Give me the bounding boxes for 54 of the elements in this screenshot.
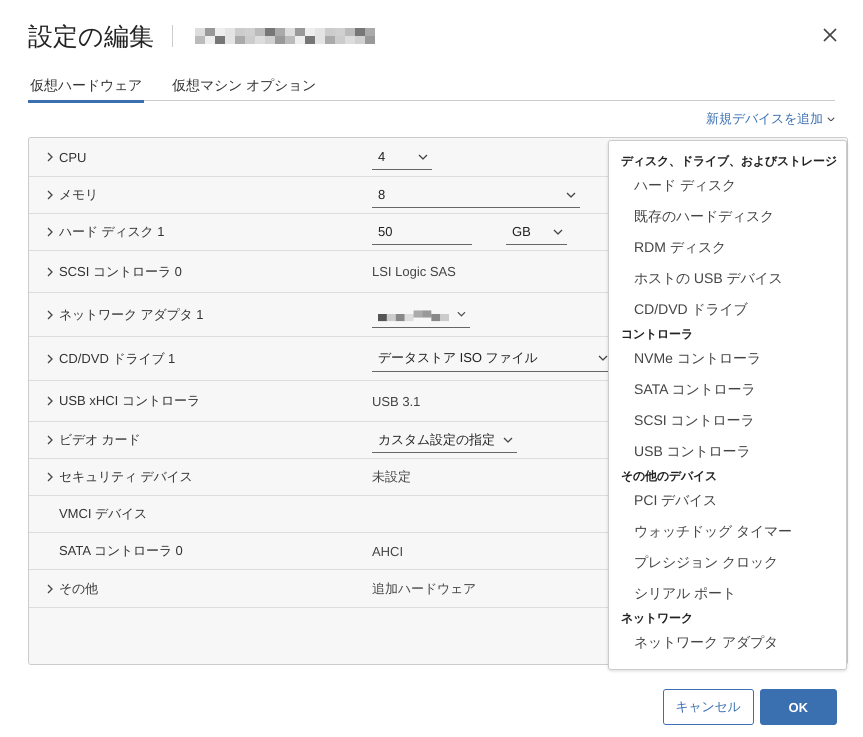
row-label: ハード ディスク 1: [59, 223, 166, 241]
add-device-link[interactable]: 新規デバイスを追加: [706, 110, 835, 128]
menu-item[interactable]: 既存のハードディスク: [621, 201, 841, 232]
row-label: USB xHCI コントローラ: [59, 392, 201, 410]
chevron-down-icon: [553, 228, 563, 234]
value-text: LSI Logic SAS: [372, 264, 456, 279]
chevron-down-icon: [827, 116, 835, 122]
value-text: 追加ハードウェア: [372, 580, 476, 598]
chevron-down-icon: [503, 436, 513, 442]
menu-item[interactable]: ウォッチドッグ タイマー: [621, 516, 841, 547]
menu-item[interactable]: RDM ディスク: [621, 232, 841, 263]
menu-item[interactable]: プレシジョン クロック: [621, 547, 841, 578]
menu-item[interactable]: CD/DVD ドライブ: [621, 294, 841, 325]
tab[interactable]: 仮想マシン オプション: [170, 72, 318, 103]
value-text: AHCI: [372, 544, 404, 558]
row-label: VMCI デバイス: [59, 505, 148, 523]
menu-item[interactable]: SCSI コントローラ: [621, 405, 841, 436]
dropdown[interactable]: 8: [372, 182, 580, 208]
ok-button[interactable]: OK: [760, 689, 837, 725]
row-label: その他: [59, 580, 99, 598]
menu-item[interactable]: SATA コントローラ: [621, 374, 841, 405]
menu-item[interactable]: シリアル ポート: [621, 578, 841, 609]
menu-heading: その他のデバイス: [621, 468, 718, 485]
row-label: CD/DVD ドライブ 1: [59, 350, 176, 368]
close-icon[interactable]: [821, 26, 839, 44]
dropdown[interactable]: GB: [506, 219, 567, 245]
dialog-title: 設定の編集: [28, 22, 154, 52]
menu-heading: ディスク、ドライブ、およびストレージ: [621, 153, 838, 170]
value-text: USB 3.1: [372, 394, 420, 408]
menu-item[interactable]: ネットワーク アダプタ: [621, 627, 841, 658]
menu-item[interactable]: USB コントローラ: [621, 436, 841, 467]
row-label: ネットワーク アダプタ 1: [59, 306, 204, 324]
chevron-down-icon: [598, 355, 608, 361]
dropdown[interactable]: 4: [372, 144, 432, 170]
cancel-button[interactable]: キャンセル: [662, 689, 754, 725]
menu-item[interactable]: ハード ディスク: [621, 170, 841, 201]
input-field[interactable]: 50: [372, 219, 472, 245]
menu-item[interactable]: ホストの USB デバイス: [621, 263, 841, 294]
row-label: CPU: [59, 150, 88, 164]
menu-heading: コントローラ: [621, 326, 694, 343]
value-text: 未設定: [372, 468, 411, 486]
row-label: SCSI コントローラ 0: [59, 262, 183, 280]
dropdown[interactable]: カスタム設定の指定: [372, 427, 517, 453]
chevron-down-icon: [418, 154, 428, 160]
menu-item[interactable]: PCI デバイス: [621, 485, 841, 516]
chevron-down-icon: [457, 311, 466, 317]
menu-heading: ネットワーク: [621, 610, 694, 627]
tab[interactable]: 仮想ハードウェア: [28, 72, 144, 103]
row-label: メモリ: [59, 186, 99, 204]
chevron-down-icon: [566, 192, 576, 198]
row-label: ビデオ カード: [59, 431, 142, 449]
row-label: セキュリティ デバイス: [59, 468, 194, 486]
menu-item[interactable]: NVMe コントローラ: [621, 343, 841, 374]
row-label: SATA コントローラ 0: [59, 542, 184, 560]
